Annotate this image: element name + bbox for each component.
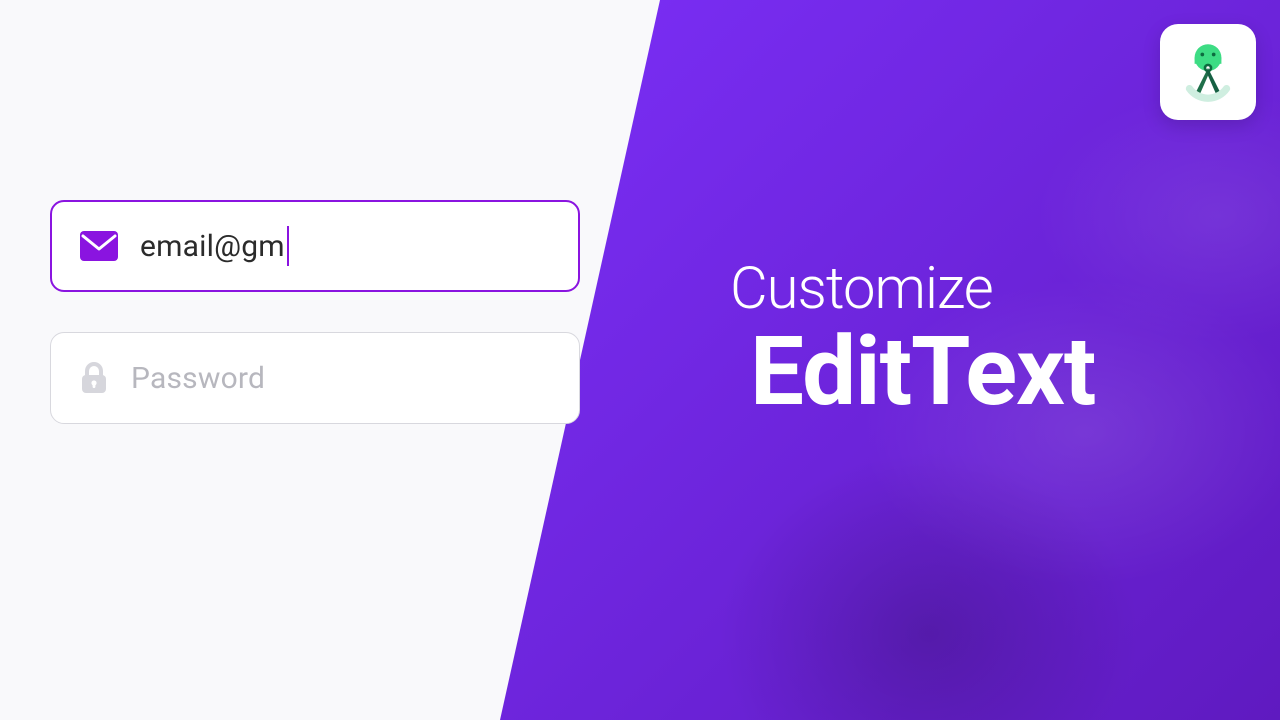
email-input-value[interactable]: email@gm [140,226,550,266]
text-caret [287,226,289,266]
hero-title-line1: Customize [730,260,1095,318]
password-field[interactable]: Password [50,332,580,424]
lock-icon [79,361,109,395]
login-form: email@gm Password [50,200,580,464]
android-studio-badge [1160,24,1256,120]
email-field[interactable]: email@gm [50,200,580,292]
hero-title-line2: EditText [750,324,1095,422]
android-studio-icon [1175,37,1241,107]
hero-title: Customize EditText [730,260,1095,422]
mail-icon [80,231,118,261]
password-placeholder: Password [131,361,551,396]
email-text: email@gm [140,229,285,264]
